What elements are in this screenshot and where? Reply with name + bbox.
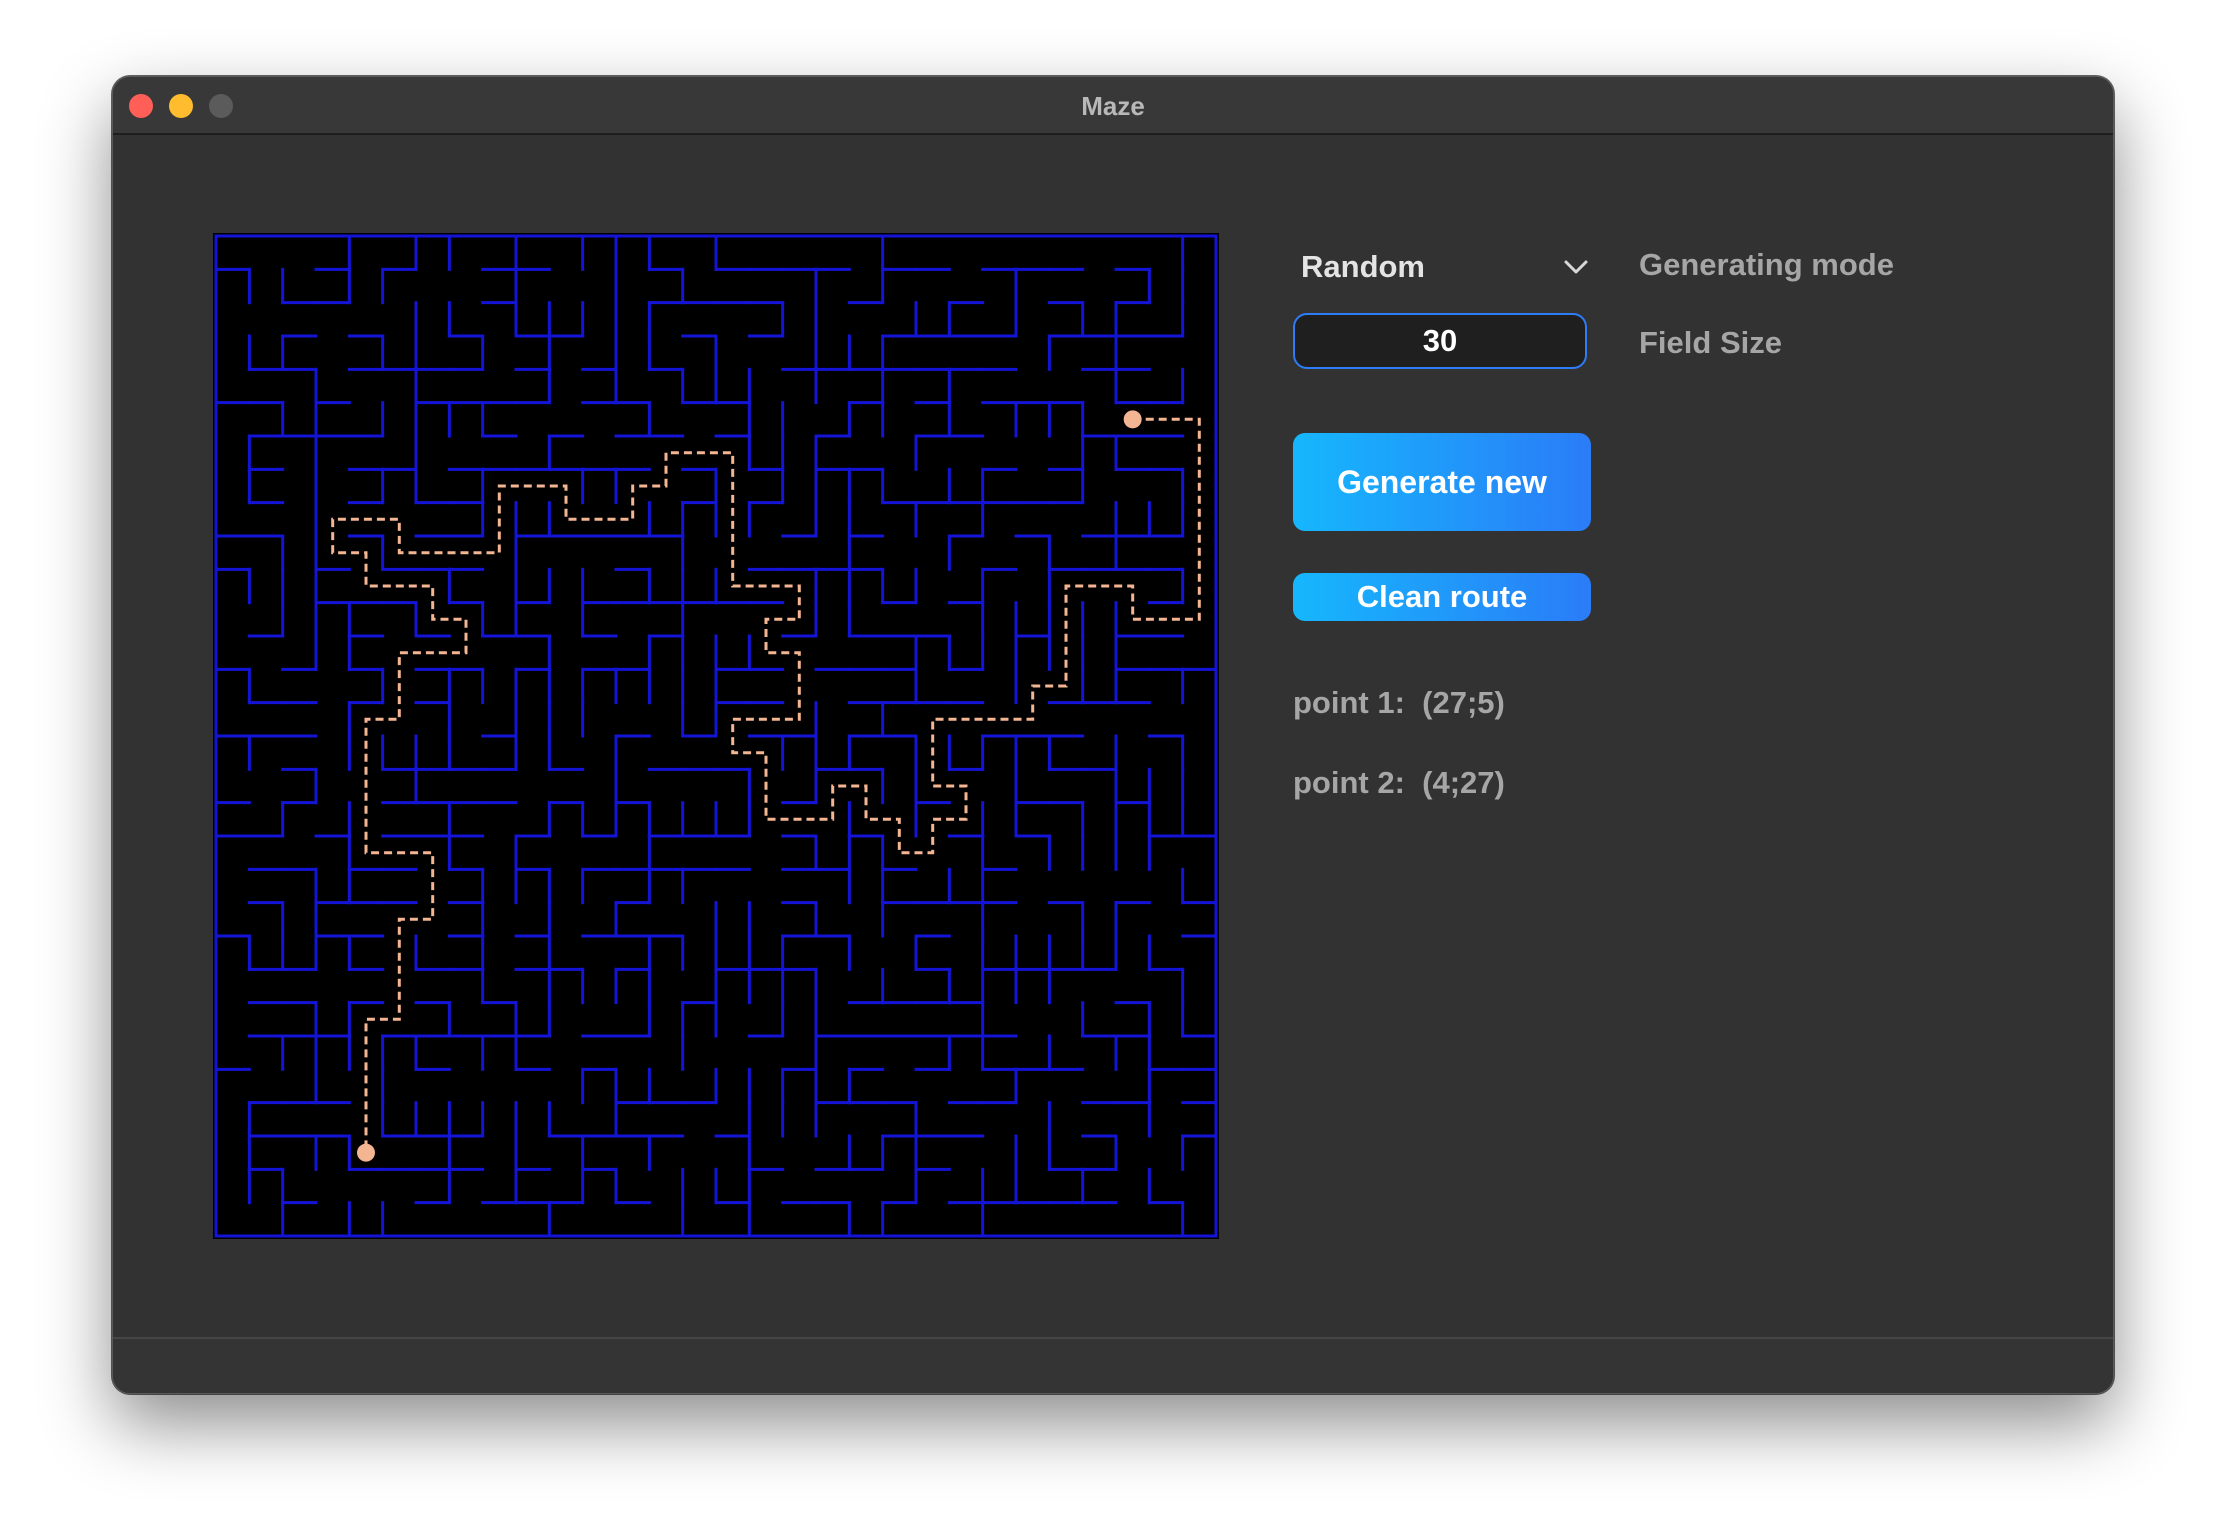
point-1-marker[interactable] (1123, 410, 1142, 429)
field-size-label: Field Size (1639, 325, 1782, 360)
maze-canvas[interactable] (213, 233, 1219, 1239)
generating-mode-dropdown[interactable]: Random (1291, 241, 1591, 291)
bottom-status-bar (113, 1337, 2113, 1393)
generating-mode-value: Random (1301, 249, 1425, 284)
generating-mode-label: Generating mode (1639, 247, 1894, 282)
title-bar: Maze (113, 77, 2113, 135)
generate-new-button[interactable]: Generate new (1293, 433, 1591, 531)
app-window: Maze Random Generating mode Field Size G… (112, 76, 2114, 1394)
maze-svg[interactable] (213, 233, 1219, 1239)
point-2-marker[interactable] (357, 1143, 375, 1162)
field-size-input[interactable] (1293, 313, 1587, 369)
chevron-down-icon (1564, 260, 1588, 274)
point-2-label: point 2: (4;27) (1293, 765, 1505, 800)
point-1-label: point 1: (27;5) (1293, 685, 1505, 720)
window-title: Maze (1081, 91, 1145, 121)
clean-route-button[interactable]: Clean route (1293, 573, 1591, 621)
